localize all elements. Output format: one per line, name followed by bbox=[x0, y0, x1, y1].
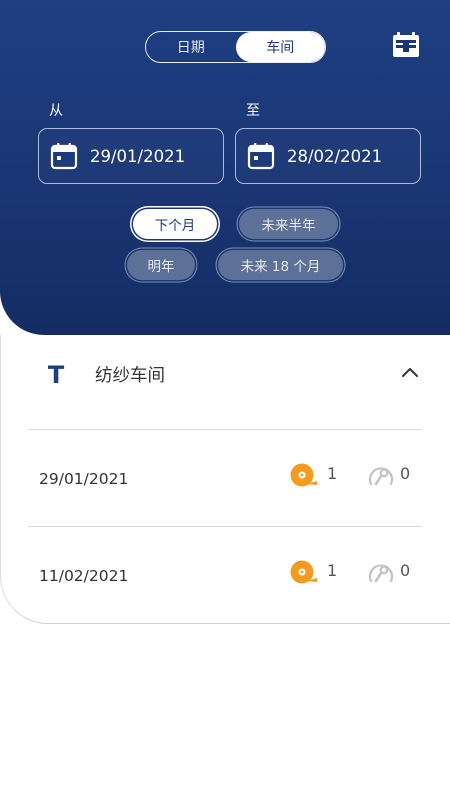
gauge-wrench-icon bbox=[368, 564, 394, 583]
tab-date[interactable]: 日期 bbox=[146, 32, 236, 62]
from-date-value: 29/01/2021 bbox=[90, 146, 186, 166]
list-item[interactable]: 11/02/2021 1 0 bbox=[0, 527, 450, 624]
gray-count: 0 bbox=[400, 561, 411, 580]
workshop-title: 纺纱车间 bbox=[95, 366, 165, 386]
to-date-value: 28/02/2021 bbox=[287, 146, 383, 166]
row-date: 29/01/2021 bbox=[39, 470, 129, 488]
from-date-field[interactable]: 29/01/2021 bbox=[38, 128, 224, 184]
row-date: 11/02/2021 bbox=[39, 567, 129, 585]
to-date-field[interactable]: 28/02/2021 bbox=[235, 128, 421, 184]
calendar-card-icon[interactable] bbox=[392, 31, 420, 59]
calendar-icon bbox=[247, 143, 275, 170]
orange-reel-icon bbox=[290, 463, 317, 487]
list-item[interactable]: 29/01/2021 1 0 bbox=[0, 430, 450, 527]
workshop-icon-letter: T bbox=[48, 362, 65, 386]
calendar-icon bbox=[50, 143, 78, 170]
gray-count: 0 bbox=[400, 464, 411, 483]
workshop-t-icon: T bbox=[48, 362, 65, 386]
filter-next-18-months[interactable]: 未来 18 个月 bbox=[218, 250, 343, 280]
filter-next-month[interactable]: 下个月 bbox=[133, 209, 217, 239]
filter-next-half-year[interactable]: 未来半年 bbox=[239, 209, 338, 239]
from-label: 从 bbox=[49, 103, 63, 119]
filter-next-year[interactable]: 明年 bbox=[127, 250, 195, 280]
gauge-wrench-icon bbox=[368, 467, 394, 486]
tab-workshop[interactable]: 车间 bbox=[235, 32, 325, 62]
orange-count: 1 bbox=[327, 464, 338, 483]
to-label: 至 bbox=[246, 103, 260, 119]
view-toggle: 日期 车间 bbox=[145, 31, 326, 63]
chevron-up-icon[interactable] bbox=[400, 364, 420, 380]
header-panel: 日期 车间 从 至 29/01/2021 28/02/2021 下个月 未来半年… bbox=[0, 0, 450, 335]
orange-count: 1 bbox=[327, 561, 338, 580]
orange-reel-icon bbox=[290, 560, 317, 584]
